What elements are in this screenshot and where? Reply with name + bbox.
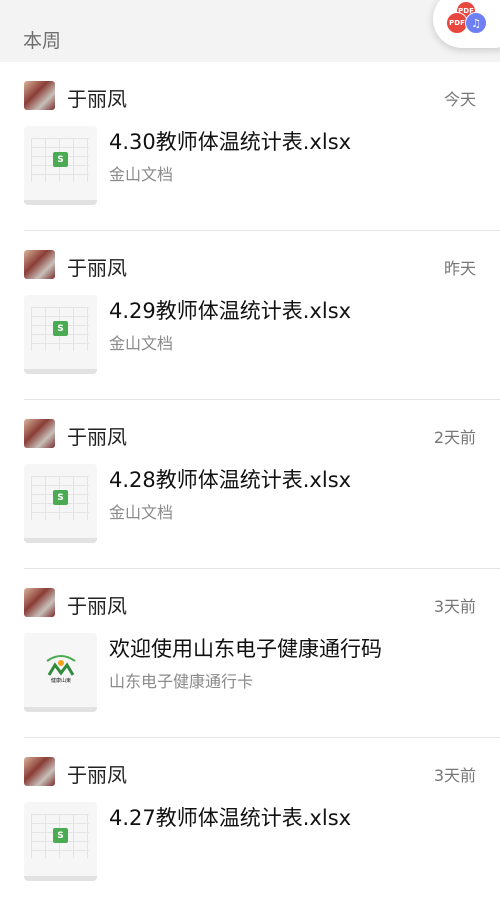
- sender-name: 于丽凤: [67, 256, 127, 280]
- file-source: 山东电子健康通行卡: [109, 672, 254, 691]
- file-thumbnail[interactable]: S: [24, 295, 97, 374]
- file-title[interactable]: 4.27教师体温统计表.xlsx: [109, 802, 351, 832]
- spreadsheet-icon: S: [53, 152, 68, 167]
- list-item[interactable]: 于丽凤 昨天 S 4.29教师体温统计表.xlsx 金山文档: [0, 231, 500, 400]
- section-header: 本周: [0, 0, 500, 62]
- section-title: 本周: [23, 30, 62, 52]
- spreadsheet-icon: S: [53, 321, 68, 336]
- file-title[interactable]: 4.28教师体温统计表.xlsx: [109, 464, 351, 494]
- sender-name: 于丽凤: [67, 763, 127, 787]
- sender-row: 于丽凤 今天: [24, 78, 476, 111]
- timestamp: 2天前: [433, 428, 476, 447]
- list-item[interactable]: 于丽凤 今天 S 4.30教师体温统计表.xlsx 金山文档: [0, 62, 500, 231]
- sender-name: 于丽凤: [67, 594, 127, 618]
- timestamp: 昨天: [443, 259, 476, 278]
- avatar[interactable]: [24, 250, 55, 279]
- list-item[interactable]: 于丽凤 3天前 S 4.27教师体温统计表.xlsx: [0, 738, 500, 907]
- avatar[interactable]: [24, 757, 55, 786]
- list-item[interactable]: 于丽凤 2天前 S 4.28教师体温统计表.xlsx 金山文档: [0, 400, 500, 569]
- file-thumbnail[interactable]: S: [24, 464, 97, 543]
- sender-name: 于丽凤: [67, 425, 127, 449]
- sender-row: 于丽凤 3天前: [24, 754, 476, 787]
- timestamp: 3天前: [433, 597, 476, 616]
- sender-row: 于丽凤 2天前: [24, 416, 476, 449]
- file-thumbnail[interactable]: S: [24, 802, 97, 881]
- file-source: 金山文档: [109, 503, 174, 522]
- file-title[interactable]: 欢迎使用山东电子健康通行码: [109, 633, 382, 663]
- avatar[interactable]: [24, 419, 55, 448]
- health-shandong-logo-icon: 健康山東: [46, 655, 76, 683]
- timestamp: 3天前: [433, 766, 476, 785]
- svg-text:健康山東: 健康山東: [51, 677, 71, 683]
- spreadsheet-icon: S: [53, 490, 68, 505]
- music-icon: ♫: [465, 12, 487, 34]
- sender-name: 于丽凤: [67, 87, 127, 111]
- avatar[interactable]: [24, 81, 55, 110]
- file-title[interactable]: 4.29教师体温统计表.xlsx: [109, 295, 351, 325]
- sender-row: 于丽凤 昨天: [24, 247, 476, 280]
- timestamp: 今天: [443, 90, 476, 109]
- avatar[interactable]: [24, 588, 55, 617]
- file-source: 金山文档: [109, 334, 174, 353]
- file-thumbnail[interactable]: S: [24, 126, 97, 205]
- file-source: 金山文档: [109, 165, 174, 184]
- floating-file-button[interactable]: PDF PDF ♫: [433, 0, 500, 48]
- list-item[interactable]: 于丽凤 3天前 健康山東 欢迎使用山东电子健康通行码 山东电子健康通行卡: [0, 569, 500, 738]
- mini-program-thumbnail[interactable]: 健康山東: [24, 633, 97, 712]
- file-title[interactable]: 4.30教师体温统计表.xlsx: [109, 126, 351, 156]
- sender-row: 于丽凤 3天前: [24, 585, 476, 618]
